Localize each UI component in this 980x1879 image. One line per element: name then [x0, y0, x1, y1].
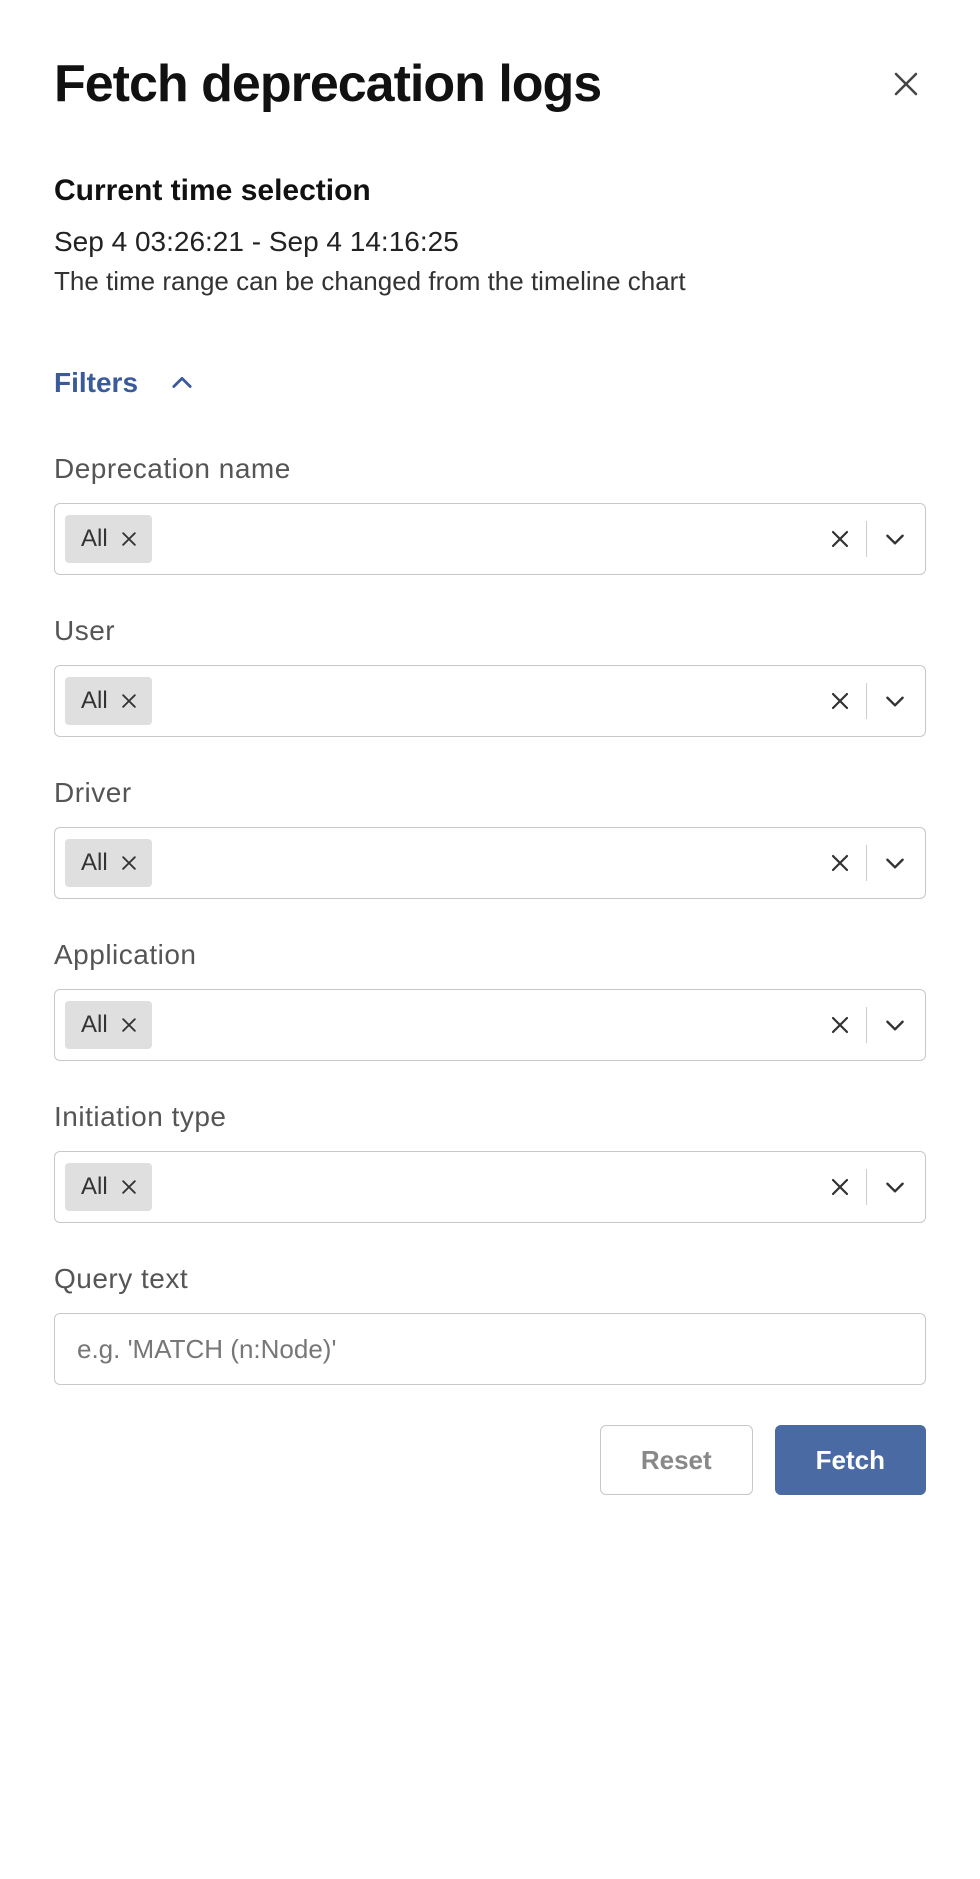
application-select[interactable]: All — [54, 989, 926, 1061]
close-icon — [828, 689, 852, 713]
field-user: User All — [54, 615, 926, 737]
field-label-application: Application — [54, 939, 926, 971]
driver-chip-remove[interactable] — [118, 852, 140, 874]
initiation_type-chip: All — [65, 1163, 152, 1211]
application-chip-remove[interactable] — [118, 1014, 140, 1036]
filters-container: Deprecation nameAllUserAllDriverAllAppli… — [54, 453, 926, 1223]
close-icon — [119, 691, 139, 711]
deprecation_name-clear[interactable] — [820, 519, 860, 559]
driver-select[interactable]: All — [54, 827, 926, 899]
driver-clear[interactable] — [820, 843, 860, 883]
deprecation_name-chip-label: All — [81, 525, 108, 553]
chevron-down-icon — [882, 1174, 908, 1200]
dialog-header: Fetch deprecation logs — [54, 54, 926, 114]
deprecation_name-chip: All — [65, 515, 152, 563]
chevron-down-icon — [882, 688, 908, 714]
application-clear[interactable] — [820, 1005, 860, 1045]
close-icon — [828, 527, 852, 551]
time-range-value: Sep 4 03:26:21 - Sep 4 14:16:25 — [54, 226, 926, 258]
chevron-down-icon — [882, 850, 908, 876]
close-icon — [891, 69, 921, 99]
close-icon — [119, 1015, 139, 1035]
field-initiation_type: Initiation type All — [54, 1101, 926, 1223]
close-icon — [119, 1177, 139, 1197]
user-dropdown-toggle[interactable] — [873, 679, 917, 723]
filters-toggle[interactable]: Filters — [54, 367, 926, 399]
close-icon — [119, 853, 139, 873]
initiation_type-clear[interactable] — [820, 1167, 860, 1207]
fetch-button[interactable]: Fetch — [775, 1425, 926, 1495]
time-range-hint: The time range can be changed from the t… — [54, 266, 926, 297]
deprecation_name-select[interactable]: All — [54, 503, 926, 575]
chevron-down-icon — [882, 526, 908, 552]
initiation_type-chip-label: All — [81, 1173, 108, 1201]
field-query-text: Query text — [54, 1263, 926, 1385]
close-icon — [828, 1013, 852, 1037]
deprecation_name-chip-remove[interactable] — [118, 528, 140, 550]
application-chip: All — [65, 1001, 152, 1049]
close-icon — [119, 529, 139, 549]
application-chip-label: All — [81, 1011, 108, 1039]
field-deprecation_name: Deprecation name All — [54, 453, 926, 575]
close-button[interactable] — [886, 64, 926, 104]
reset-button[interactable]: Reset — [600, 1425, 753, 1495]
close-icon — [828, 1175, 852, 1199]
field-driver: Driver All — [54, 777, 926, 899]
driver-chip-label: All — [81, 849, 108, 877]
initiation_type-select[interactable]: All — [54, 1151, 926, 1223]
field-label-driver: Driver — [54, 777, 926, 809]
user-chip: All — [65, 677, 152, 725]
user-chip-remove[interactable] — [118, 690, 140, 712]
field-label-deprecation_name: Deprecation name — [54, 453, 926, 485]
user-select[interactable]: All — [54, 665, 926, 737]
time-selection-label: Current time selection — [54, 174, 926, 208]
field-label-query-text: Query text — [54, 1263, 926, 1295]
filters-toggle-label: Filters — [54, 367, 138, 399]
chevron-down-icon — [882, 1012, 908, 1038]
driver-chip: All — [65, 839, 152, 887]
field-label-user: User — [54, 615, 926, 647]
chevron-up-icon — [168, 369, 196, 397]
field-application: Application All — [54, 939, 926, 1061]
dialog-actions: Reset Fetch — [54, 1425, 926, 1495]
field-label-initiation_type: Initiation type — [54, 1101, 926, 1133]
query-text-input[interactable] — [54, 1313, 926, 1385]
dialog-title: Fetch deprecation logs — [54, 54, 601, 114]
fetch-deprecation-logs-dialog: Fetch deprecation logs Current time sele… — [0, 0, 980, 1549]
initiation_type-dropdown-toggle[interactable] — [873, 1165, 917, 1209]
driver-dropdown-toggle[interactable] — [873, 841, 917, 885]
deprecation_name-dropdown-toggle[interactable] — [873, 517, 917, 561]
user-chip-label: All — [81, 687, 108, 715]
initiation_type-chip-remove[interactable] — [118, 1176, 140, 1198]
application-dropdown-toggle[interactable] — [873, 1003, 917, 1047]
close-icon — [828, 851, 852, 875]
user-clear[interactable] — [820, 681, 860, 721]
